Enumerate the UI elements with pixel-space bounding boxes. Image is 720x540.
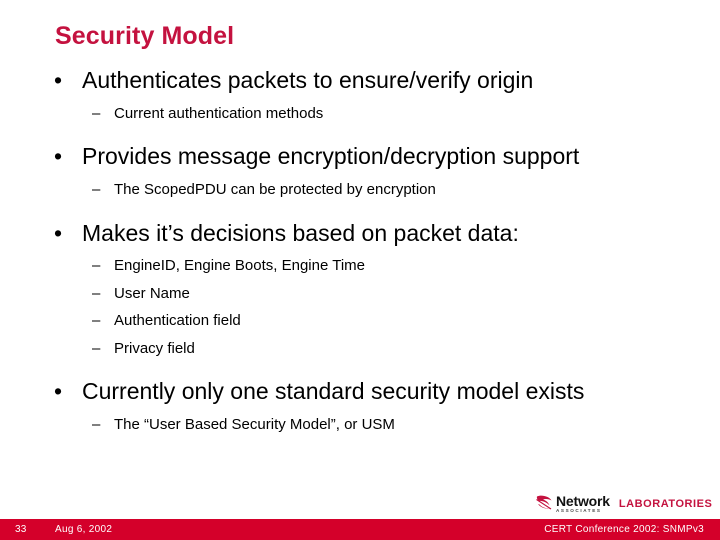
bullet-level2: – The “User Based Security Model”, or US… — [0, 417, 720, 434]
bullet-marker-dash: – — [92, 104, 101, 122]
bullet-text: Provides message encryption/decryption s… — [82, 143, 580, 170]
bullet-text: EngineID, Engine Boots, Engine Time — [114, 257, 365, 275]
bullet-text: The ScopedPDU can be protected by encryp… — [114, 181, 436, 199]
bullet-marker-disc: • — [54, 378, 63, 405]
bullet-level1: • Authenticates packets to ensure/verify… — [0, 68, 720, 93]
footer-bar: 33 Aug 6, 2002 CERT Conference 2002: SNM… — [0, 519, 720, 540]
bullet-level1: • Makes it’s decisions based on packet d… — [0, 219, 720, 246]
network-associates-laboratories-logo: Network ASSOCIATES LABORATORIES — [536, 492, 712, 516]
bullet-marker-dash: – — [92, 284, 101, 302]
bullet-level2: – The ScopedPDU can be protected by encr… — [0, 181, 720, 199]
footer-page-number: 33 — [15, 524, 27, 535]
bullet-text: Authenticates packets to ensure/verify o… — [82, 67, 534, 93]
bullet-marker-dash: – — [92, 416, 101, 434]
logo-subtitle: ASSOCIATES — [556, 508, 602, 514]
bullet-level2: – Authentication field — [0, 313, 720, 330]
bullet-marker-dash: – — [92, 339, 101, 357]
bullet-level2: – EngineID, Engine Boots, Engine Time — [0, 258, 720, 275]
logo-laboratories: LABORATORIES — [618, 497, 713, 510]
bullet-text: Currently only one standard security mod… — [82, 378, 585, 405]
page-title: Security Model — [55, 22, 235, 50]
logo-lockup: Network ASSOCIATES — [536, 494, 610, 514]
bullet-marker-dash: – — [92, 312, 101, 330]
bullet-text: Current authentication methods — [114, 104, 324, 122]
bullet-text: The “User Based Security Model”, or USM — [114, 416, 395, 434]
bullet-level1: • Currently only one standard security m… — [0, 379, 720, 404]
logo-wordmark: Network ASSOCIATES — [556, 494, 610, 514]
bullet-level2: – Privacy field — [0, 339, 720, 358]
bullet-marker-dash: – — [92, 257, 101, 275]
bullet-text: User Name — [114, 284, 190, 302]
bullet-text: Authentication field — [114, 312, 241, 330]
bullet-marker-disc: • — [54, 219, 63, 246]
bullet-level1: • Provides message encryption/decryption… — [0, 144, 720, 169]
footer-date: Aug 6, 2002 — [55, 524, 113, 535]
bullet-level2: – User Name — [0, 284, 720, 303]
bullet-level2: – Current authentication methods — [0, 104, 720, 123]
bullet-text: Makes it’s decisions based on packet dat… — [82, 219, 519, 246]
swoosh-icon — [536, 495, 552, 510]
footer-conference-label: CERT Conference 2002: SNMPv3 — [544, 524, 704, 535]
bullet-marker-dash: – — [92, 181, 101, 199]
slide: Security Model • Authenticates packets t… — [0, 0, 720, 540]
bullet-marker-disc: • — [54, 143, 63, 170]
slide-body: • Authenticates packets to ensure/verify… — [0, 68, 720, 434]
bullet-text: Privacy field — [114, 339, 195, 357]
bullet-marker-disc: • — [54, 67, 63, 93]
logo-name: Network — [556, 493, 610, 510]
